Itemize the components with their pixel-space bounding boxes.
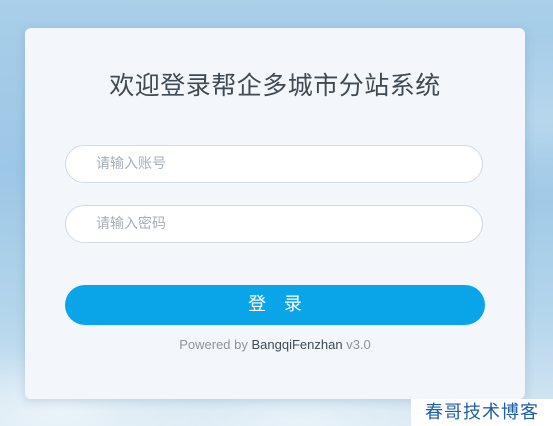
account-input[interactable] [65, 145, 483, 183]
login-button[interactable]: 登 录 [65, 285, 485, 325]
powered-by-footer: Powered by BangqiFenzhan v3.0 [25, 337, 525, 353]
login-card: 欢迎登录帮企多城市分站系统 登 录 Powered by BangqiFenzh… [25, 28, 525, 399]
powered-brand: BangqiFenzhan [251, 337, 343, 352]
page-title: 欢迎登录帮企多城市分站系统 [109, 71, 441, 100]
version-label: v3.0 [346, 337, 371, 352]
powered-prefix: Powered by [179, 337, 248, 352]
password-input[interactable] [65, 205, 483, 243]
blog-watermark: 春哥技术博客 [411, 399, 553, 426]
